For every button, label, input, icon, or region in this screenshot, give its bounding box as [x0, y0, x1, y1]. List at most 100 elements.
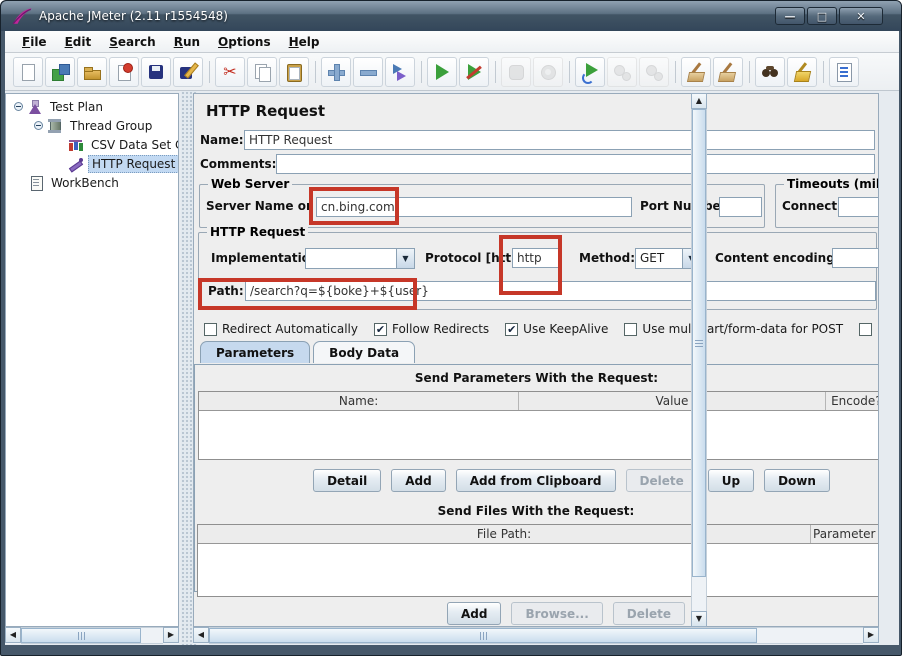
tree-item-test-plan[interactable]: Test Plan: [6, 97, 178, 116]
parameters-table-body[interactable]: [199, 411, 879, 459]
scroll-up-icon[interactable]: ▲: [691, 93, 707, 109]
new-file-button[interactable]: [13, 57, 43, 87]
clear-all-button[interactable]: [713, 57, 743, 87]
name-input[interactable]: [244, 130, 875, 150]
collapse-handle-icon[interactable]: [34, 121, 43, 130]
checkbox-icon[interactable]: [624, 323, 637, 336]
column-header-value: Value: [519, 392, 826, 410]
add-from-clipboard-button[interactable]: Add from Clipboard: [456, 469, 616, 492]
checkbox-browser-compatible-headers[interactable]: Browser-compatible headers: [859, 322, 879, 336]
up-button[interactable]: Up: [708, 469, 754, 492]
remove-button[interactable]: [353, 57, 383, 87]
cut-icon: ✂: [220, 62, 240, 82]
add-button[interactable]: Add: [391, 469, 445, 492]
test-plan-icon: [27, 99, 43, 115]
column-header-name: Name:: [199, 392, 519, 410]
copy-icon: [252, 62, 272, 82]
menu-edit[interactable]: Edit: [56, 33, 101, 51]
collapse-handle-icon[interactable]: [14, 102, 23, 111]
detail-button[interactable]: Detail: [313, 469, 381, 492]
toolbar: ✂: [5, 53, 899, 91]
copy-button[interactable]: [247, 57, 277, 87]
search-button[interactable]: [755, 57, 785, 87]
parameters-table: Name:ValueEncode?: [198, 391, 879, 460]
checkbox-label: Use multipart/form-data for POST: [642, 322, 843, 336]
toggle-button[interactable]: [385, 57, 415, 87]
start-icon: [432, 62, 452, 82]
comments-input[interactable]: [276, 154, 875, 174]
menu-help[interactable]: Help: [280, 33, 329, 51]
implementation-select[interactable]: ▼: [305, 248, 415, 269]
main-horizontal-scrollbar[interactable]: ◀ ▶: [193, 627, 879, 644]
checkbox-icon[interactable]: [859, 323, 872, 336]
scroll-left-icon[interactable]: ◀: [5, 627, 21, 643]
port-number-label: Port Number:: [640, 199, 731, 213]
cut-button[interactable]: ✂: [215, 57, 245, 87]
title-bar[interactable]: Apache JMeter (2.11 r1554548) —□✕: [1, 1, 902, 31]
minimize-button[interactable]: —: [775, 7, 805, 25]
remote-start-all-button[interactable]: [575, 57, 605, 87]
tree-scrollbar-thumb[interactable]: [21, 628, 141, 643]
menu-run[interactable]: Run: [165, 33, 209, 51]
scroll-down-icon[interactable]: ▼: [691, 611, 707, 627]
browse-button: Browse...: [511, 602, 602, 625]
checkbox-follow-redirects[interactable]: ✔ Follow Redirects: [374, 322, 489, 336]
checkbox-icon[interactable]: ✔: [505, 323, 518, 336]
down-button[interactable]: Down: [764, 469, 830, 492]
content-encoding-input[interactable]: [832, 248, 879, 268]
web-server-legend: Web Server: [208, 177, 292, 191]
connect-timeout-input[interactable]: [838, 197, 879, 217]
paste-button[interactable]: [279, 57, 309, 87]
main-vertical-scrollbar[interactable]: ▲ ▼: [691, 93, 707, 627]
search-reset-icon: [792, 62, 812, 82]
toggle-icon: [390, 62, 410, 82]
remote-stop-all-icon: [612, 62, 632, 82]
remove-icon: [358, 62, 378, 82]
checkbox-icon[interactable]: [204, 323, 217, 336]
http-request-icon: [68, 156, 84, 172]
open-file-button[interactable]: [77, 57, 107, 87]
checkbox-label: Follow Redirects: [392, 322, 489, 336]
save-icon: [146, 62, 166, 82]
maximize-button[interactable]: □: [807, 7, 837, 25]
add-button[interactable]: Add: [447, 602, 501, 625]
tree-item-http-request[interactable]: HTTP Request: [6, 154, 178, 173]
checkbox-label: Use KeepAlive: [523, 322, 608, 336]
tab-parameters[interactable]: Parameters: [200, 341, 310, 363]
main-scrollbar-thumb[interactable]: [209, 628, 757, 643]
tree-item-thread-group[interactable]: Thread Group: [6, 116, 178, 135]
close-button[interactable]: ✕: [839, 7, 883, 25]
checkbox-icon[interactable]: ✔: [374, 323, 387, 336]
function-helper-button[interactable]: [829, 57, 859, 87]
toolbar-separator: [491, 59, 501, 85]
save-button[interactable]: [141, 57, 171, 87]
tree-item-workbench[interactable]: WorkBench: [6, 173, 178, 192]
search-reset-button[interactable]: [787, 57, 817, 87]
send-files-caption: Send Files With the Request:: [194, 504, 878, 518]
files-table-body[interactable]: [198, 544, 879, 596]
checkbox-redirect-automatically[interactable]: Redirect Automatically: [204, 322, 358, 336]
tree-item-csv-data-set-con[interactable]: CSV Data Set Con: [6, 135, 178, 154]
add-button[interactable]: [321, 57, 351, 87]
scroll-left-icon[interactable]: ◀: [193, 627, 209, 643]
chevron-down-icon[interactable]: ▼: [396, 249, 414, 268]
menu-file[interactable]: File: [13, 33, 56, 51]
scroll-right-icon[interactable]: ▶: [163, 627, 179, 643]
templates-button[interactable]: [45, 57, 75, 87]
start-button[interactable]: [427, 57, 457, 87]
tree-item-label: Test Plan: [47, 99, 106, 115]
checkbox-use-keepalive[interactable]: ✔ Use KeepAlive: [505, 322, 608, 336]
close-file-button[interactable]: [109, 57, 139, 87]
start-no-pauses-button[interactable]: [459, 57, 489, 87]
test-plan-tree: Test PlanThread GroupCSV Data Set ConHTT…: [5, 93, 179, 627]
menu-options[interactable]: Options: [209, 33, 280, 51]
save-as-button[interactable]: [173, 57, 203, 87]
vertical-scrollbar-thumb[interactable]: [692, 109, 706, 577]
menu-search[interactable]: Search: [100, 33, 164, 51]
checkbox-use-multipart-form-data-for-post[interactable]: Use multipart/form-data for POST: [624, 322, 843, 336]
tab-body-data[interactable]: Body Data: [313, 341, 415, 363]
scroll-right-icon[interactable]: ▶: [863, 627, 879, 643]
clear-button[interactable]: [681, 57, 711, 87]
tree-horizontal-scrollbar[interactable]: ◀ ▶: [5, 627, 179, 644]
port-number-input[interactable]: [719, 197, 762, 217]
